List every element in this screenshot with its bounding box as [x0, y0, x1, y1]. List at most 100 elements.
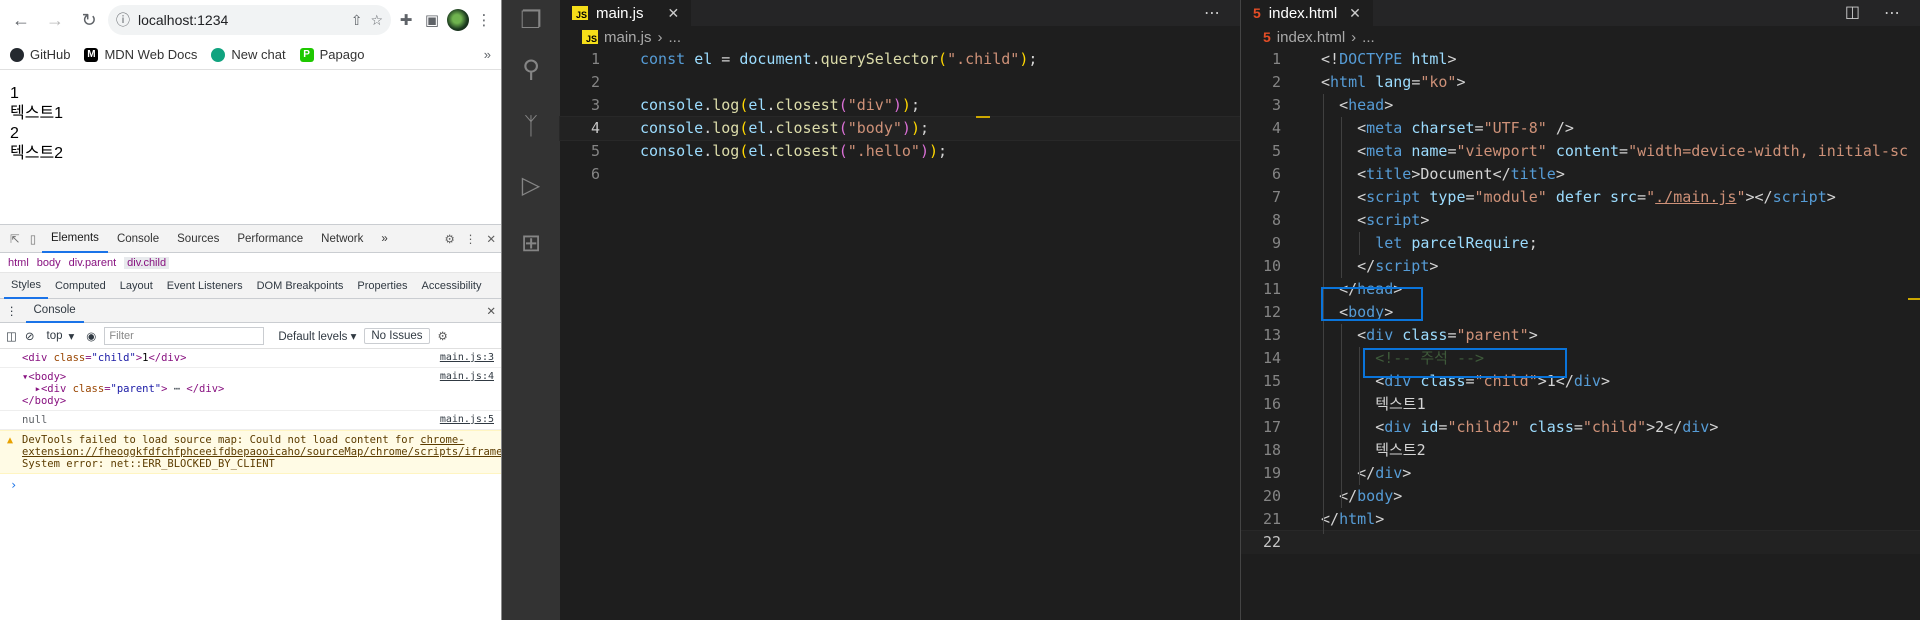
context-selector[interactable]: top ▾ — [43, 329, 79, 343]
crumb-div-child[interactable]: div.child — [124, 256, 170, 269]
breadcrumb-symbol[interactable]: ... — [669, 29, 682, 46]
breadcrumb-file[interactable]: index.html — [1277, 29, 1345, 46]
bookmark-label: MDN Web Docs — [104, 47, 198, 62]
page-line: 1 — [10, 85, 19, 102]
devtools-menu-icon[interactable]: ⋮ — [465, 232, 477, 246]
code-line: 22 — [1241, 530, 1920, 554]
back-button[interactable]: ← — [6, 5, 36, 35]
code-area[interactable]: 1 const el = document.querySelector(".chi… — [559, 48, 1241, 186]
tab-sources[interactable]: Sources — [168, 225, 228, 253]
explorer-icon[interactable]: ❐ — [502, 0, 560, 40]
source-link[interactable]: main.js:4 — [440, 371, 494, 407]
source-control-icon[interactable]: ᛉ — [502, 98, 560, 156]
bookmark-new-chat[interactable]: New chat — [211, 47, 286, 62]
extensions-icon[interactable]: ⊞ — [502, 214, 560, 272]
avatar[interactable] — [447, 9, 469, 31]
share-icon[interactable]: ⇧ — [351, 12, 363, 29]
warning-text: DevTools failed to load source map: Coul… — [22, 434, 421, 446]
console-message: ▾<body> ▸<div class="parent"> ⋯ </div> <… — [0, 368, 501, 411]
split-editor-icon[interactable]: ◫ — [1845, 2, 1860, 22]
code-line: 8 <script> — [1271, 211, 1430, 229]
tab-network[interactable]: Network — [312, 225, 372, 253]
tab-dom-breakpoints[interactable]: DOM Breakpoints — [250, 273, 351, 299]
bookmarks-overflow-icon[interactable]: » — [484, 47, 491, 62]
editor-tabbar: JS main.js ✕ ⋯ — [560, 0, 1240, 26]
reload-button[interactable]: ↻ — [74, 5, 104, 35]
message-body[interactable]: ▾<body> ▸<div class="parent"> ⋯ </div> <… — [22, 371, 432, 407]
tab-styles[interactable]: Styles — [4, 273, 48, 299]
tab-computed[interactable]: Computed — [48, 273, 113, 299]
tab-console[interactable]: Console — [108, 225, 168, 253]
side-panel-icon[interactable]: ▣ — [421, 9, 443, 31]
console-message: <div class="child">1</div> main.js:3 — [0, 349, 501, 368]
drawer-tab-console[interactable]: Console — [25, 299, 84, 323]
search-icon[interactable]: ⚲ — [502, 40, 560, 98]
bookmark-mdn[interactable]: M MDN Web Docs — [84, 47, 197, 62]
mdn-icon: M — [84, 47, 99, 62]
code-line: 6 <title>Document</title> — [1271, 165, 1565, 183]
bookmark-label: New chat — [231, 47, 286, 62]
menu-icon[interactable]: ⋮ — [473, 9, 495, 31]
run-debug-icon[interactable]: ▷ — [502, 156, 560, 214]
code-line: 3 <head> — [1271, 96, 1394, 114]
javascript-file-icon: JS — [572, 6, 588, 20]
highlight-box-child-div — [1363, 348, 1567, 378]
tab-layout[interactable]: Layout — [113, 273, 160, 299]
settings-gear-icon[interactable]: ⚙ — [445, 232, 455, 246]
tab-index-html[interactable]: 5 index.html ✕ — [1241, 0, 1373, 26]
bookmark-label: Papago — [319, 47, 365, 62]
close-tab-icon[interactable]: ✕ — [668, 5, 680, 22]
message-body: null — [22, 414, 48, 426]
site-info-icon[interactable]: ⓘ — [116, 10, 130, 30]
tab-main-js[interactable]: JS main.js ✕ — [560, 0, 692, 26]
source-link[interactable]: main.js:3 — [440, 352, 494, 364]
drawer-menu-icon[interactable]: ⋮ — [6, 304, 18, 318]
crumb-body[interactable]: body — [37, 257, 61, 269]
code-line: 2 — [590, 73, 600, 91]
editor-more-actions-icon[interactable]: ⋯ — [1884, 3, 1900, 23]
close-drawer-icon[interactable]: ✕ — [486, 304, 496, 318]
close-tab-icon[interactable]: ✕ — [1349, 5, 1361, 22]
device-toolbar-icon[interactable]: ▯ — [24, 232, 42, 246]
tab-accessibility[interactable]: Accessibility — [415, 273, 489, 299]
github-icon — [10, 47, 24, 62]
log-levels-dropdown[interactable]: Default levels ▾ — [278, 329, 356, 343]
address-bar[interactable]: ⓘ localhost:1234 ⇧ ☆ — [108, 5, 391, 35]
filter-input[interactable]: Filter — [104, 326, 265, 345]
scrollbar-change-marker — [976, 116, 990, 118]
breadcrumb-file[interactable]: main.js — [604, 29, 652, 46]
source-link[interactable]: main.js:5 — [440, 414, 494, 426]
drawer-tabbar: ⋮ Console ✕ — [0, 299, 501, 323]
code-area[interactable]: 1 <!DOCTYPE html> 2 <html lang="ko"> 3 <he… — [1241, 48, 1920, 554]
styles-panel-tabs: Styles Computed Layout Event Listeners D… — [0, 273, 501, 299]
breadcrumb-symbol[interactable]: ... — [1362, 29, 1375, 46]
editor-more-actions-icon[interactable]: ⋯ — [1204, 3, 1220, 23]
bookmark-papago[interactable]: P Papago — [299, 47, 365, 62]
console-prompt[interactable]: › — [0, 474, 501, 496]
tab-label: main.js — [596, 4, 644, 22]
console-settings-icon[interactable]: ⚙ — [438, 329, 448, 343]
tab-elements[interactable]: Elements — [42, 225, 108, 253]
bookmark-github[interactable]: GitHub — [10, 47, 70, 62]
code-line: 1 <!DOCTYPE html> — [1271, 50, 1457, 68]
inspect-icon[interactable]: ⇱ — [6, 232, 24, 246]
clear-console-icon[interactable]: ⊘ — [25, 329, 35, 343]
issues-button[interactable]: No Issues — [364, 327, 430, 344]
code-line: 9 let parcelRequire; — [1271, 234, 1538, 252]
crumb-html[interactable]: html — [8, 257, 29, 269]
more-tabs-icon[interactable]: » — [372, 225, 396, 253]
editor-main-js: JS main.js ✕ ⋯ JS main.js › ... 1 const e… — [559, 0, 1241, 620]
tab-performance[interactable]: Performance — [228, 225, 312, 253]
code-line: 3 console.log(el.closest("div")); — [590, 96, 920, 114]
live-expression-eye-icon[interactable]: ◉ — [86, 329, 96, 343]
breadcrumb: JS main.js › ... — [560, 26, 1240, 48]
extensions-icon[interactable]: ✚ — [395, 9, 417, 31]
tab-event-listeners[interactable]: Event Listeners — [160, 273, 250, 299]
message-body[interactable]: <div class="child">1</div> — [22, 352, 432, 364]
forward-button[interactable]: → — [40, 5, 70, 35]
crumb-div-parent[interactable]: div.parent — [69, 257, 117, 269]
sidebar-toggle-icon[interactable]: ◫ — [6, 329, 17, 343]
close-devtools-icon[interactable]: ✕ — [486, 232, 496, 246]
tab-properties[interactable]: Properties — [350, 273, 414, 299]
bookmark-star-icon[interactable]: ☆ — [370, 12, 383, 29]
